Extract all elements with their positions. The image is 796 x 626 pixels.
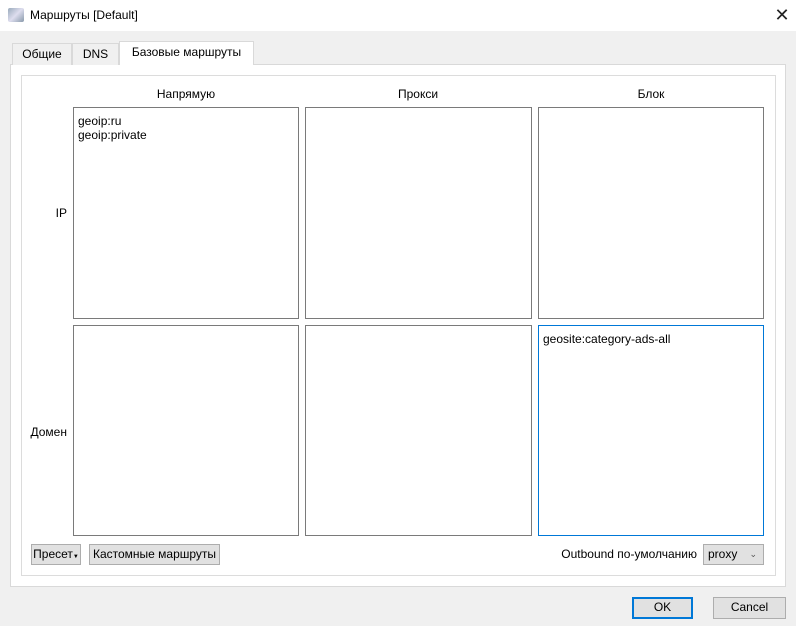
ok-button[interactable]: OK <box>632 597 693 619</box>
dropdown-arrow-icon: ▼ <box>72 554 79 560</box>
app-icon <box>8 8 24 22</box>
ip-block-textarea[interactable] <box>538 107 764 319</box>
row-label-domain: Домен <box>30 425 68 439</box>
tab-dns[interactable]: DNS <box>72 43 119 65</box>
outbound-label: Outbound по-умолчанию <box>561 547 697 561</box>
ip-proxy-textarea[interactable] <box>305 107 532 319</box>
domain-proxy-textarea[interactable] <box>305 325 532 536</box>
row-label-ip: IP <box>55 206 67 220</box>
domain-block-textarea[interactable]: geosite:category-ads-all <box>538 325 764 536</box>
tab-base-routes[interactable]: Базовые маршруты <box>119 41 254 65</box>
preset-label: Пресет <box>33 547 73 561</box>
close-icon[interactable]: ✕ <box>770 4 794 26</box>
custom-routes-button[interactable]: Кастомные маршруты <box>89 544 220 565</box>
tab-general[interactable]: Общие <box>12 43 72 65</box>
chevron-down-icon: ⌄ <box>749 549 757 559</box>
column-header-block: Блок <box>637 87 665 101</box>
column-header-proxy: Прокси <box>397 87 439 101</box>
cancel-button[interactable]: Cancel <box>713 597 786 619</box>
domain-direct-textarea[interactable] <box>73 325 299 536</box>
outbound-value: proxy <box>708 547 738 561</box>
window-title: Маршруты [Default] <box>30 8 138 22</box>
column-header-direct: Напрямую <box>156 87 216 101</box>
ip-direct-textarea[interactable]: geoip:ru geoip:private <box>73 107 299 319</box>
preset-button[interactable]: Пресет▼ <box>31 544 81 565</box>
outbound-select[interactable]: proxy ⌄ <box>703 544 764 565</box>
